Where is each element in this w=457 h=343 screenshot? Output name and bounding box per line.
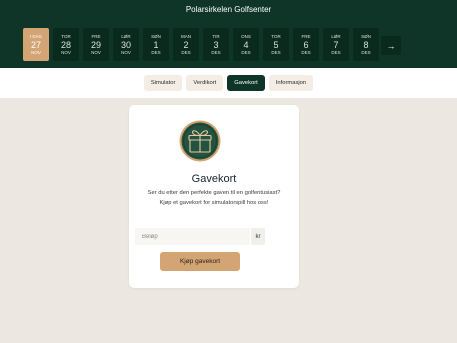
- date-tile[interactable]: LØR 30 NOV: [113, 28, 139, 61]
- amount-row: kr: [135, 228, 265, 245]
- date-tile[interactable]: SØN 8 DES: [353, 28, 379, 61]
- date-tile[interactable]: TOR 28 NOV: [53, 28, 79, 61]
- date-day: 8: [363, 39, 369, 50]
- header-bar: Polarsirkelen Golfsenter I DAG 27 NOV TO…: [0, 0, 457, 68]
- date-tile[interactable]: FRE 29 NOV: [83, 28, 109, 61]
- date-tile[interactable]: MAN 2 DES: [173, 28, 199, 61]
- date-tile[interactable]: TIR 3 DES: [203, 28, 229, 61]
- date-day: 30: [120, 39, 131, 50]
- venue-title: Polarsirkelen Golfsenter: [185, 5, 272, 14]
- tab-informasjon[interactable]: Informasjon: [268, 75, 314, 91]
- date-month: DES: [211, 49, 221, 55]
- card-description: Ser du etter den perfekte gaven til en g…: [147, 190, 281, 206]
- date-month: DES: [331, 49, 341, 55]
- date-day: 1: [153, 39, 159, 50]
- card-title: Gavekort: [191, 173, 237, 185]
- currency-label: kr: [251, 228, 265, 245]
- next-dates-arrow-icon[interactable]: →: [381, 36, 401, 55]
- date-day: 29: [90, 39, 101, 50]
- date-day: 28: [60, 39, 71, 50]
- tab-gavekort[interactable]: Gavekort: [227, 75, 265, 91]
- date-month: NOV: [91, 49, 101, 55]
- gift-card-panel: Gavekort Ser du etter den perfekte gaven…: [129, 105, 299, 288]
- date-strip: I DAG 27 NOV TOR 28 NOV FRE 29 NOV LØR 3…: [23, 28, 379, 61]
- date-month: DES: [151, 49, 161, 55]
- date-day: 6: [303, 39, 309, 50]
- buy-gift-card-button[interactable]: Kjøp gavekort: [160, 252, 240, 271]
- tab-list: Simulator Verdikort Gavekort Informasjon: [0, 75, 457, 91]
- date-day: 27: [30, 39, 41, 50]
- tab-verdikort[interactable]: Verdikort: [186, 75, 224, 91]
- date-day: 5: [273, 39, 279, 50]
- date-month: DES: [271, 49, 281, 55]
- date-tile[interactable]: I DAG 27 NOV: [23, 28, 49, 61]
- date-month: DES: [361, 49, 371, 55]
- date-month: NOV: [61, 49, 71, 55]
- date-day: 4: [243, 39, 249, 50]
- date-month: NOV: [121, 49, 131, 55]
- tab-simulator[interactable]: Simulator: [143, 75, 183, 91]
- date-tile[interactable]: SØN 1 DES: [143, 28, 169, 61]
- date-tile[interactable]: FRE 6 DES: [293, 28, 319, 61]
- date-month: DES: [301, 49, 311, 55]
- date-day: 3: [213, 39, 219, 50]
- date-day: 7: [333, 39, 339, 50]
- date-day: 2: [183, 39, 189, 50]
- date-month: DES: [181, 49, 191, 55]
- date-tile[interactable]: ONS 4 DES: [233, 28, 259, 61]
- date-tile[interactable]: TOR 5 DES: [263, 28, 289, 61]
- amount-input[interactable]: [135, 228, 250, 245]
- date-tile[interactable]: LØR 7 DES: [323, 28, 349, 61]
- date-month: NOV: [31, 49, 41, 55]
- date-month: DES: [241, 49, 251, 55]
- gift-icon: [179, 120, 221, 162]
